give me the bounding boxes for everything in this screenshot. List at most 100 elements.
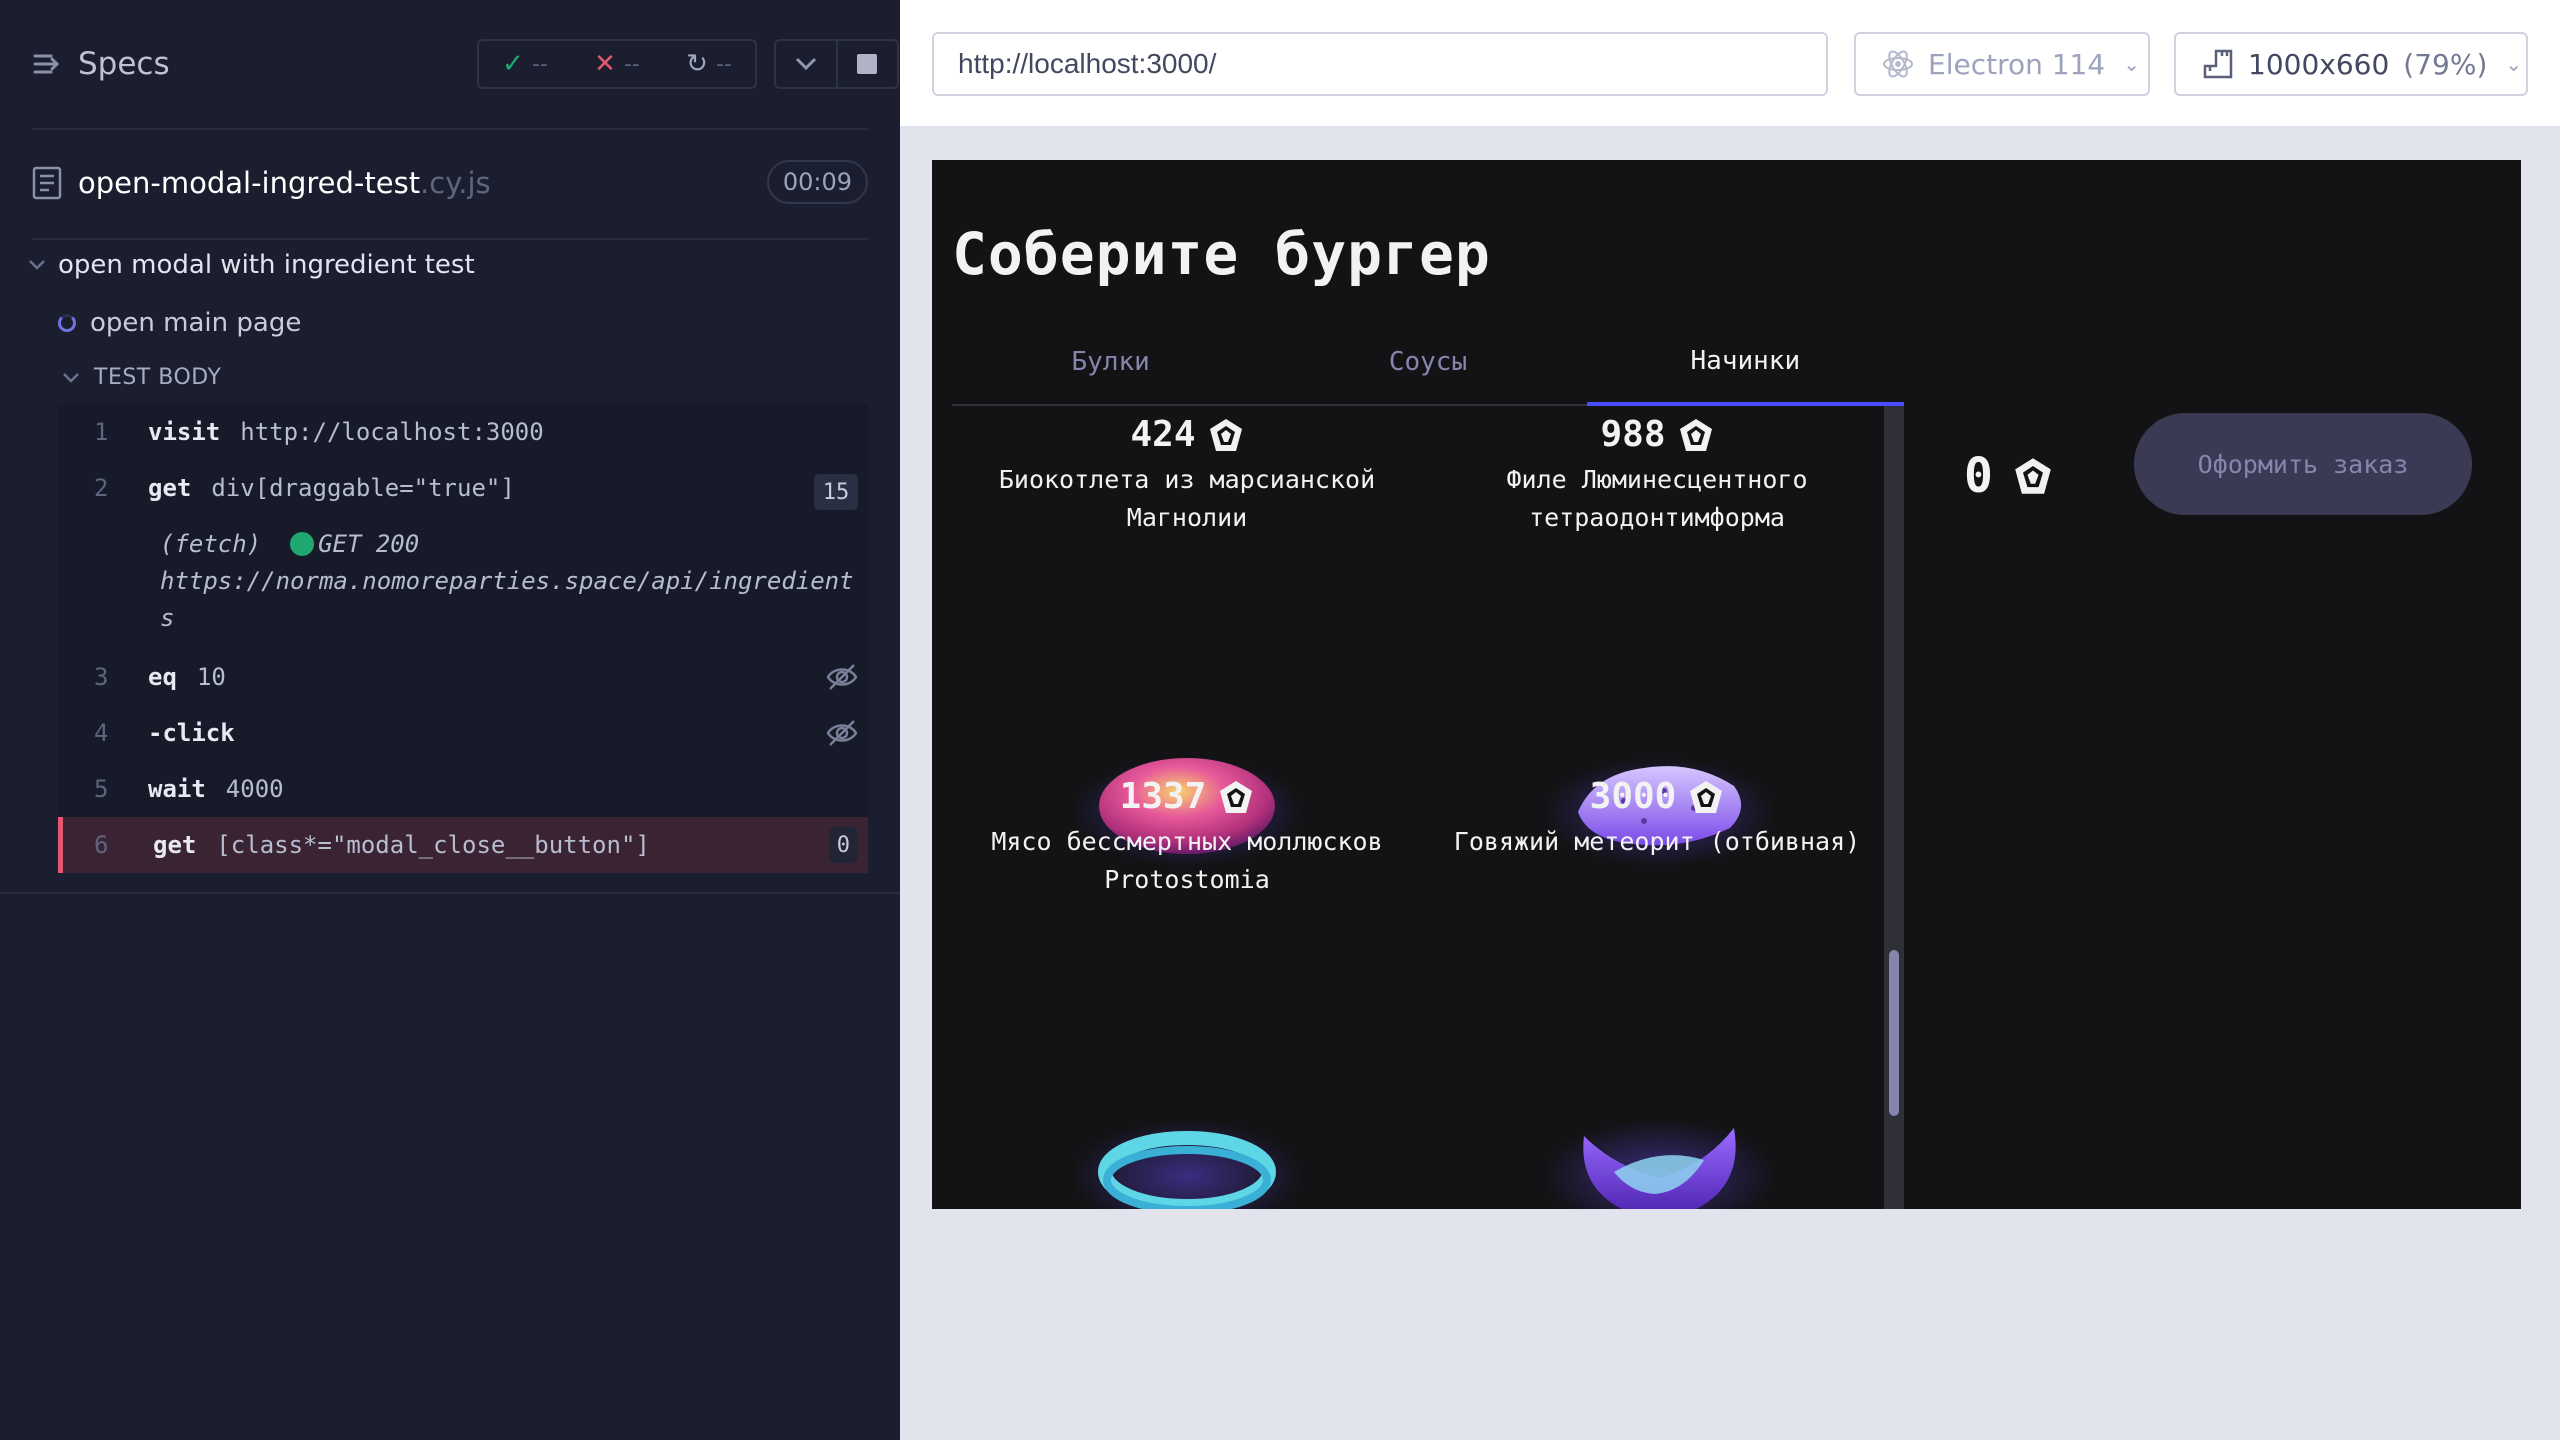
command-number: 3 — [94, 663, 109, 691]
chevron-down-icon: ⌄ — [2505, 52, 2523, 76]
test-stats: ✓ -- ✕ -- ↻ -- — [477, 39, 757, 89]
stop-icon — [857, 54, 878, 74]
crystal-currency-icon — [1679, 418, 1712, 451]
command-message: div[draggable="true"] — [211, 474, 515, 502]
status-dot-icon — [290, 532, 315, 556]
spec-file-row[interactable]: open-modal-ingred-test .cy.js 00:09 — [32, 158, 868, 208]
ingredient-name: Биокотлета из марсианской Магнолии — [998, 465, 1376, 532]
ingredient-list[interactable]: 424 Биокотлета из марсианской Магнолии 9… — [952, 406, 1902, 1209]
app-under-test: Соберите бургер Булки Соусы Начинки 424 … — [932, 160, 2521, 1209]
ingredient-card[interactable]: 424 Биокотлета из марсианской Магнолии — [952, 414, 1422, 537]
test-body-label: TEST BODY — [94, 365, 222, 390]
command-name: visit — [148, 418, 221, 446]
ingredient-name: Говяжий метеорит (отбивная) — [1453, 827, 1861, 856]
ruler-icon — [2203, 49, 2233, 79]
electron-icon — [1883, 50, 1913, 78]
reporter-header: Specs ✓ -- ✕ -- ↻ -- — [32, 34, 899, 94]
command-number: 2 — [94, 474, 109, 502]
fetch-label: (fetch) — [160, 530, 262, 558]
command-name: get — [148, 474, 192, 502]
tab-buns[interactable]: Булки — [952, 320, 1270, 406]
ingredient-card[interactable]: 3000 Говяжий метеорит (отбивная) — [1422, 776, 1892, 861]
command-row[interactable]: 2 get div[draggable="true"] 15 — [58, 460, 868, 516]
run-controls — [774, 39, 899, 89]
ingredient-price: 3000 — [1422, 776, 1892, 817]
command-message: 4000 — [225, 775, 284, 803]
ingredient-card[interactable]: 988 Филе Люминесцентного тетраодонтимфор… — [1422, 414, 1892, 537]
specs-button[interactable]: Specs — [32, 46, 170, 82]
command-log: 1 visit http://localhost:3000 2 get div[… — [58, 404, 868, 873]
browser-selector[interactable]: Electron 114 ⌄ — [1854, 32, 2150, 96]
fetch-url: https://norma.nomoreparties.space/api/in… — [160, 567, 854, 632]
specs-label: Specs — [78, 46, 170, 82]
chevron-down-icon — [29, 260, 45, 270]
pending-count: -- — [715, 51, 732, 77]
place-order-button[interactable]: Оформить заказ — [2134, 413, 2472, 515]
command-message: 10 — [196, 663, 226, 691]
ingredient-list-viewport: 424 Биокотлета из марсианской Магнолии 9… — [952, 406, 1902, 1209]
ingredient-price: 424 — [952, 414, 1422, 455]
url-input[interactable] — [932, 32, 1828, 96]
test-body-header[interactable]: TEST BODY — [62, 365, 221, 390]
spinner-icon: ↻ — [686, 49, 708, 79]
ingredient-scrollbar[interactable] — [1884, 406, 1904, 1209]
fetch-status: GET 200 — [318, 530, 420, 558]
viewport-selector[interactable]: 1000x660 (79%) ⌄ — [2174, 32, 2528, 96]
stop-button[interactable] — [835, 41, 898, 87]
duration-badge: 00:09 — [766, 160, 868, 204]
failed-count: -- — [623, 51, 640, 77]
ingredient-card[interactable]: 1337 Мясо бессмертных моллюсков Protosto… — [952, 776, 1422, 899]
element-count-badge: 0 — [828, 827, 858, 863]
price-value: 424 — [1130, 414, 1196, 455]
expand-button[interactable] — [776, 41, 836, 87]
crystal-currency-icon — [1209, 418, 1242, 451]
command-message: [class*="modal_close__button"] — [216, 831, 650, 859]
command-row[interactable]: 3 eq 10 — [58, 649, 868, 705]
check-icon: ✓ — [502, 49, 524, 79]
passed-stat: ✓ -- — [502, 49, 548, 79]
viewport-size: 1000x660 — [2248, 47, 2390, 81]
passed-count: -- — [531, 51, 548, 77]
ingredient-name: Филе Люминесцентного тетраодонтимформа — [1506, 465, 1808, 532]
active-command-row[interactable]: 6 get [class*="modal_close__button"] 0 — [58, 817, 868, 873]
aut-header: Electron 114 ⌄ 1000x660 (79%) ⌄ — [900, 0, 2560, 128]
ingredient-tabs: Булки Соусы Начинки — [952, 320, 1904, 406]
command-number: 5 — [94, 775, 109, 803]
x-icon: ✕ — [594, 49, 616, 79]
browser-label: Electron 114 — [1928, 47, 2106, 81]
page-title: Соберите бургер — [952, 220, 1491, 288]
command-row[interactable]: 1 visit http://localhost:3000 — [58, 404, 868, 460]
order-total: 0 — [1964, 448, 2053, 504]
spec-divider — [32, 238, 868, 240]
eye-slash-icon — [826, 664, 858, 690]
chevron-down-icon — [63, 372, 79, 383]
file-icon — [32, 166, 62, 200]
price-value: 988 — [1600, 414, 1666, 455]
viewport-scale: (79%) — [2403, 47, 2488, 81]
suite-title[interactable]: open modal with ingredient test — [28, 250, 475, 280]
ingredient-name: Мясо бессмертных моллюсков Protostomia — [991, 827, 1383, 894]
command-row[interactable]: 4 -click — [58, 705, 868, 761]
leaf-image — [1544, 1120, 1774, 1209]
command-row[interactable]: 5 wait 4000 — [58, 761, 868, 817]
scrollbar-thumb[interactable] — [1889, 950, 1899, 1116]
crystal-currency-icon — [1690, 780, 1723, 813]
ingredient-price: 1337 — [952, 776, 1422, 817]
header-divider — [32, 128, 868, 130]
fetch-request[interactable]: (fetch) GET 200 https://norma.nomorepart… — [58, 516, 868, 649]
tab-fillings[interactable]: Начинки — [1586, 320, 1904, 406]
test-label: open main page — [90, 308, 302, 338]
test-title[interactable]: open main page — [58, 308, 301, 338]
running-spinner-icon — [58, 314, 76, 332]
eye-slash-icon — [826, 720, 858, 746]
ingredient-price: 988 — [1422, 414, 1892, 455]
list-arrow-icon — [33, 54, 60, 74]
command-message: http://localhost:3000 — [240, 418, 544, 446]
suite-label: open modal with ingredient test — [58, 250, 475, 280]
ring-image — [1072, 1120, 1302, 1209]
failed-stat: ✕ -- — [594, 49, 640, 79]
command-name: get — [153, 831, 197, 859]
spec-extension: .cy.js — [420, 166, 491, 200]
reporter-bottom-divider — [0, 892, 900, 894]
tab-sauces[interactable]: Соусы — [1269, 320, 1587, 406]
